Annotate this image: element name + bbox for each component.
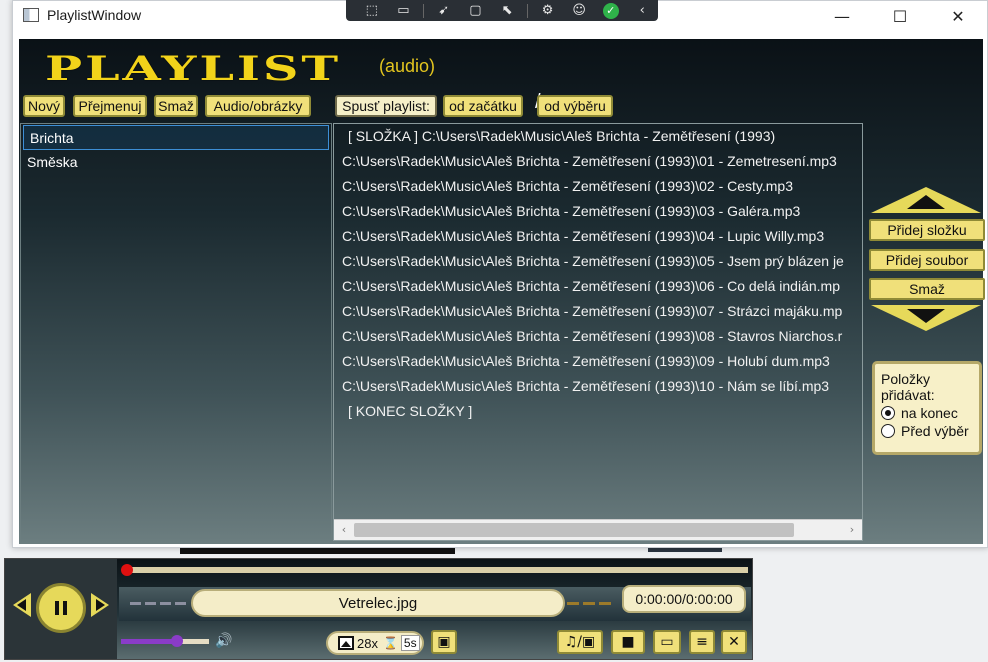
seek-bar[interactable] [123,567,748,573]
next-button[interactable] [91,593,109,617]
pause-icon [55,601,67,615]
client-area: PLAYLIST (audio) Nový Přejmenuj Smaž Aud… [19,39,985,544]
background-window-strip [648,548,722,552]
track-item[interactable]: C:\Users\Radek\Music\Aleš Brichta - Země… [334,174,862,199]
seek-handle[interactable] [121,564,133,576]
radio-unchecked-icon [881,424,895,438]
image-count[interactable]: 28x [357,636,378,651]
add-file-button[interactable]: Přidej soubor [869,249,985,271]
capture-toolbar: ⬚ ▭ ➹ ▢ ⬉ ⚙ ☺ ✓ ‹ [346,0,658,21]
from-start-button[interactable]: od začátku [443,95,523,117]
app-icon [23,8,39,22]
speaker-icon[interactable]: 🔊 [215,633,232,649]
track-item[interactable]: C:\Users\Radek\Music\Aleš Brichta - Země… [334,149,862,174]
accessibility-icon[interactable]: ☺ [563,0,595,21]
new-button[interactable]: Nový [23,95,65,117]
screen: PlaylistWindow — ☐ ✕ PLAYLIST (audio) No… [0,0,988,662]
add-mode-before-radio[interactable]: Před výběr [881,423,973,439]
audio-images-button[interactable]: Audio/obrázky [205,95,311,117]
playlist-logo: PLAYLIST [45,49,341,89]
play-pause-button[interactable] [36,583,86,633]
time-display: 0:00:00/0:00:00 [622,585,746,613]
collapse-button[interactable]: ✕ [721,630,747,654]
audio-images-toggle[interactable]: ♫/▣ [557,630,603,654]
folder-button[interactable]: ▭ [653,630,681,654]
radio-label: na konec [901,405,958,421]
close-button[interactable]: ✕ [929,1,987,31]
playlist-list[interactable]: Brichta Směska [20,123,332,543]
player-bar: Vetrelec.jpg 0:00:00/0:00:00 🔊 28x ⌛ 5s … [4,558,753,660]
track-item[interactable]: C:\Users\Radek\Music\Aleš Brichta - Země… [334,349,862,374]
window-title: PlaylistWindow [47,7,142,23]
add-folder-button[interactable]: Přidej složku [869,219,985,241]
track-item[interactable]: C:\Users\Radek\Music\Aleš Brichta - Země… [334,199,862,224]
track-item[interactable]: C:\Users\Radek\Music\Aleš Brichta - Země… [334,299,862,324]
hourglass-icon: ⌛ [382,636,398,650]
scroll-left-icon[interactable]: ‹ [337,523,351,537]
rename-button[interactable]: Přejmenuj [73,95,147,117]
playlist-item[interactable]: Směska [21,150,331,175]
check-icon[interactable]: ✓ [595,0,627,21]
add-mode-end-radio[interactable]: na konec [881,405,973,421]
window-icon[interactable]: ▢ [460,0,492,21]
folder-start-item[interactable]: [ SLOŽKA ] C:\Users\Radek\Music\Aleš Bri… [334,124,862,149]
track-list[interactable]: [ SLOŽKA ] C:\Users\Radek\Music\Aleš Bri… [333,123,863,541]
track-item[interactable]: C:\Users\Radek\Music\Aleš Brichta - Země… [334,249,862,274]
track-item[interactable]: C:\Users\Radek\Music\Aleš Brichta - Země… [334,324,862,349]
delete-item-button[interactable]: Smaž [869,278,985,300]
interval-field[interactable]: 5s [400,635,420,651]
track-list-viewport: [ SLOŽKA ] C:\Users\Radek\Music\Aleš Bri… [334,124,862,519]
arrow-down-icon [907,309,945,323]
add-mode-title: Položky přidávat: [881,371,935,403]
cursor-select-icon[interactable]: ⬉ [491,0,523,21]
settings-icon[interactable]: ⚙ [532,0,564,21]
pointer-icon[interactable]: ➹ [428,0,460,21]
track-item[interactable]: C:\Users\Radek\Music\Aleš Brichta - Země… [334,374,862,399]
camera-button[interactable]: ■ [611,630,645,654]
add-mode-group: Položky přidávat: na konec Před výběr [872,361,982,455]
scroll-right-icon[interactable]: › [845,523,859,537]
image-icon [338,636,354,650]
track-item[interactable]: C:\Users\Radek\Music\Aleš Brichta - Země… [334,224,862,249]
from-selection-button[interactable]: od výběru [537,95,613,117]
collapse-icon[interactable]: ‹ [626,0,658,21]
scrollbar-thumb[interactable] [354,523,794,537]
playlist-button[interactable]: ≡ [689,630,715,654]
minimize-button[interactable]: — [813,1,871,31]
volume-handle[interactable] [171,635,184,647]
radio-label: Před výběr [901,423,969,439]
previous-button[interactable] [13,593,31,617]
run-playlist-label: Spusť playlist: [335,95,437,117]
folder-end-item[interactable]: [ KONEC SLOŽKY ] [334,399,862,424]
toolbar-divider [526,3,528,18]
arrow-up-icon [907,195,945,209]
track-item[interactable]: C:\Users\Radek\Music\Aleš Brichta - Země… [334,274,862,299]
playlist-window: PlaylistWindow — ☐ ✕ PLAYLIST (audio) No… [12,0,988,548]
transport-panel [5,559,117,659]
level-meter-left [130,602,188,605]
image-controls: 28x ⌛ 5s [326,631,424,655]
gallery-button[interactable]: ▣ [431,630,457,654]
level-meter-right [567,602,613,605]
region-capture-icon[interactable]: ⬚ [356,0,388,21]
volume-slider[interactable] [121,639,209,644]
current-track-name: Vetrelec.jpg [191,589,565,617]
maximize-button[interactable]: ☐ [871,1,929,31]
gallery-icon: ▣ [437,634,451,650]
window-controls: — ☐ ✕ [813,1,987,31]
playlist-item[interactable]: Brichta [23,125,329,150]
radio-checked-icon [881,406,895,420]
horizontal-scrollbar[interactable]: ‹ › [334,519,862,540]
background-window-strip [180,548,455,554]
toolbar-divider [423,3,425,18]
video-icon[interactable]: ▭ [388,0,420,21]
mode-label: (audio) [379,56,436,76]
delete-playlist-button[interactable]: Smaž [154,95,198,117]
